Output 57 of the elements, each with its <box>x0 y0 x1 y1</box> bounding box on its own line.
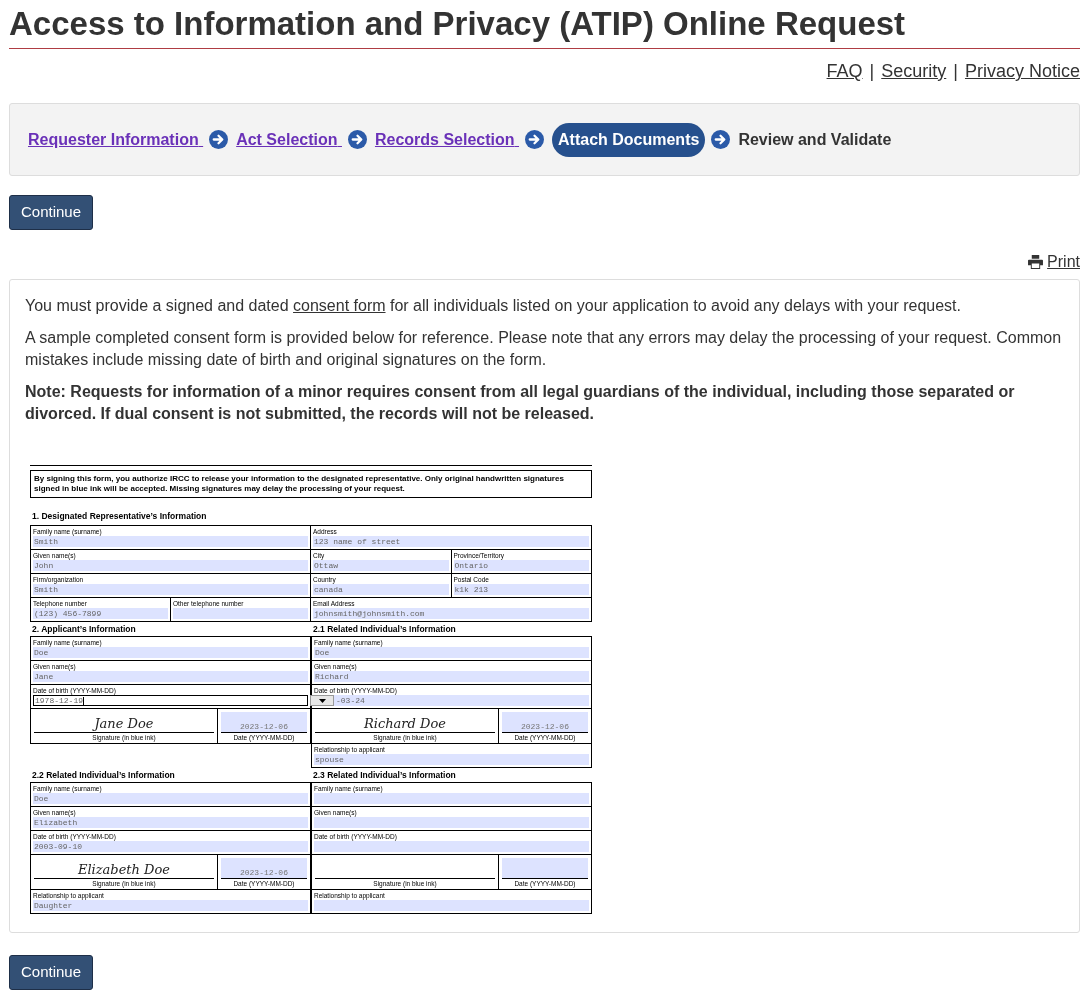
field-value: Doe <box>314 647 589 658</box>
header-link[interactable]: Security <box>881 58 947 85</box>
field-value: johnsmith@johnsmith.com <box>313 608 589 619</box>
arrow-right-icon <box>347 130 367 149</box>
field-value: Elizabeth <box>33 817 308 828</box>
handwritten-signature: Elizabeth Doe <box>77 862 170 878</box>
field-value: Doe <box>33 647 308 658</box>
field-value: Ottaw <box>313 560 449 571</box>
step-link[interactable]: Requester Information <box>28 127 204 152</box>
step-label: Review and Validate <box>738 129 892 150</box>
separator: | <box>869 60 875 83</box>
field-value: Smith <box>33 584 308 595</box>
consent-form-link[interactable]: consent form <box>293 297 386 314</box>
field-value: spouse <box>314 754 589 765</box>
section-heading: 2.2 Related Individual’s Information <box>31 769 176 782</box>
form-notice: By signing this form, you authorize IRCC to release your information to the designated representative. Only original handwritten signatures signed in blue ink will be accepted. Missing signatures may delay the processing of your request. <box>30 470 592 498</box>
handwritten-signature: Jane Doe <box>94 716 154 732</box>
paragraph-text: A sample completed consent form is provided below for reference. Please note that any errors may delay the processing of your request. Common mistakes include missing date of birth and original signatures on the form. <box>25 328 1063 370</box>
section-heading: 1. Designated Representative’s Information <box>31 511 208 521</box>
field-value: Jane <box>33 671 308 682</box>
step-link[interactable]: Act Selection <box>236 127 342 152</box>
field-value: 2003-09-10 <box>33 841 308 852</box>
handwritten-signature: Richard Doe <box>363 716 446 732</box>
page-title: Access to Information and Privacy (ATIP) Online Request <box>9 2 1080 49</box>
section-heading: 2.1 Related Individual’s Information <box>312 623 457 636</box>
arrow-right-icon <box>711 130 731 149</box>
field-value: John <box>33 560 308 571</box>
field-value: 2023-12-06 <box>220 858 307 879</box>
printer-icon <box>1028 255 1044 269</box>
field-value: Smith <box>33 536 308 547</box>
section-heading: 2.3 Related Individual’s Information <box>312 769 457 782</box>
field-value: Doe <box>33 793 308 804</box>
field-value: Ontario <box>453 560 589 571</box>
header-link[interactable]: FAQ <box>826 58 863 85</box>
field-value: canada <box>313 584 449 595</box>
field-value: (123) 456-7899 <box>33 608 168 619</box>
field-value: Richard <box>314 671 589 682</box>
continue-button[interactable]: Continue <box>9 195 94 230</box>
field-value: 2023-12-06 <box>501 712 588 733</box>
header-link[interactable]: Privacy Notice <box>964 58 1080 85</box>
section-heading: 2. Applicant’s Information <box>31 623 137 636</box>
arrow-right-icon <box>525 130 544 149</box>
date-input[interactable]: 1978-12-19 <box>33 695 308 706</box>
instruction-text: You must provide a signed and dated consent form for all individuals listed on your application to avoid any delays with your request. <box>25 296 962 316</box>
separator: | <box>953 60 958 83</box>
field-value: k1k 213 <box>453 584 589 595</box>
note-text: Note: Requests for information of a minor requires consent from all legal guardians of the individual, including those separated or divorced. If dual consent is not submitted, the records will not be released. <box>25 382 1016 424</box>
caret-down-icon <box>318 698 326 703</box>
current-step[interactable]: Attach Documents <box>552 122 706 157</box>
field-value: 2023-12-06 <box>220 712 307 733</box>
print-link[interactable]: Print <box>1028 250 1080 274</box>
continue-button[interactable]: Continue <box>9 955 94 990</box>
arrow-right-icon <box>209 130 229 149</box>
field-value: Daughter <box>33 900 308 911</box>
dropdown-button[interactable] <box>310 695 334 706</box>
field-value: 123 name of street <box>313 536 589 547</box>
step-link[interactable]: Records Selection <box>374 127 519 152</box>
